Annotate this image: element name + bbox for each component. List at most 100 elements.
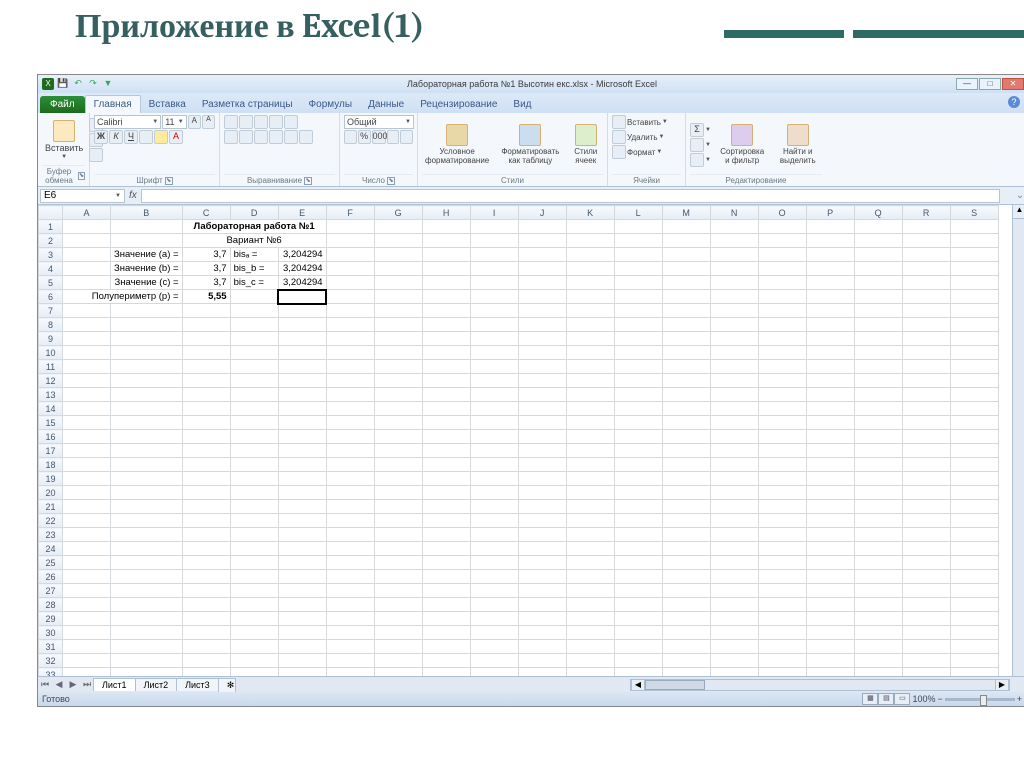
cell-styles-button[interactable]: Стили ячеек — [569, 124, 604, 165]
cell-M3[interactable] — [662, 248, 710, 262]
cell-L21[interactable] — [614, 500, 662, 514]
cell-K27[interactable] — [566, 584, 614, 598]
cell-H11[interactable] — [422, 360, 470, 374]
cell-P32[interactable] — [806, 654, 854, 668]
cell-R5[interactable] — [902, 276, 950, 290]
cell-O11[interactable] — [758, 360, 806, 374]
cell-F20[interactable] — [326, 486, 374, 500]
cell-A15[interactable] — [63, 416, 111, 430]
cell-F12[interactable] — [326, 374, 374, 388]
cell-C13[interactable] — [182, 388, 230, 402]
prev-sheet-icon[interactable]: ◀ — [52, 679, 66, 690]
cell-P14[interactable] — [806, 402, 854, 416]
cell-J26[interactable] — [518, 570, 566, 584]
cell-J32[interactable] — [518, 654, 566, 668]
cell-J14[interactable] — [518, 402, 566, 416]
cell-C8[interactable] — [182, 318, 230, 332]
cell-A6[interactable]: Полупериметр (p) = — [63, 290, 183, 304]
cell-L2[interactable] — [614, 234, 662, 248]
cell-B32[interactable] — [111, 654, 183, 668]
row-header-30[interactable]: 30 — [39, 626, 63, 640]
cell-B1[interactable] — [111, 220, 183, 234]
cell-L7[interactable] — [614, 304, 662, 318]
cell-I1[interactable] — [470, 220, 518, 234]
cell-C20[interactable] — [182, 486, 230, 500]
cell-M26[interactable] — [662, 570, 710, 584]
cell-D17[interactable] — [230, 444, 278, 458]
cell-J8[interactable] — [518, 318, 566, 332]
cell-M13[interactable] — [662, 388, 710, 402]
cell-L8[interactable] — [614, 318, 662, 332]
col-header-J[interactable]: J — [518, 206, 566, 220]
file-tab[interactable]: Файл — [40, 96, 85, 113]
cell-E9[interactable] — [278, 332, 326, 346]
cell-D21[interactable] — [230, 500, 278, 514]
cell-E7[interactable] — [278, 304, 326, 318]
cell-E5[interactable]: 3,204294 — [278, 276, 326, 290]
indent-dec-icon[interactable] — [269, 130, 283, 144]
cell-A19[interactable] — [63, 472, 111, 486]
cell-E28[interactable] — [278, 598, 326, 612]
currency-icon[interactable] — [344, 130, 357, 144]
cell-G22[interactable] — [374, 514, 422, 528]
cell-G29[interactable] — [374, 612, 422, 626]
cell-J18[interactable] — [518, 458, 566, 472]
cell-A21[interactable] — [63, 500, 111, 514]
cell-S5[interactable] — [950, 276, 998, 290]
cell-P18[interactable] — [806, 458, 854, 472]
cell-Q21[interactable] — [854, 500, 902, 514]
cell-M14[interactable] — [662, 402, 710, 416]
cell-K13[interactable] — [566, 388, 614, 402]
cell-G19[interactable] — [374, 472, 422, 486]
cell-E33[interactable] — [278, 668, 326, 677]
cell-Q20[interactable] — [854, 486, 902, 500]
cell-L31[interactable] — [614, 640, 662, 654]
cell-F22[interactable] — [326, 514, 374, 528]
cell-F3[interactable] — [326, 248, 374, 262]
cell-G16[interactable] — [374, 430, 422, 444]
cell-M16[interactable] — [662, 430, 710, 444]
sheet-tab-2[interactable]: Лист2 — [135, 678, 178, 691]
cell-A5[interactable] — [63, 276, 111, 290]
cell-C15[interactable] — [182, 416, 230, 430]
cell-P11[interactable] — [806, 360, 854, 374]
cell-D30[interactable] — [230, 626, 278, 640]
cell-N16[interactable] — [710, 430, 758, 444]
cell-Q18[interactable] — [854, 458, 902, 472]
cell-D14[interactable] — [230, 402, 278, 416]
cell-K4[interactable] — [566, 262, 614, 276]
cell-P20[interactable] — [806, 486, 854, 500]
cell-S4[interactable] — [950, 262, 998, 276]
cell-G20[interactable] — [374, 486, 422, 500]
cell-K33[interactable] — [566, 668, 614, 677]
font-launcher-icon[interactable]: ⬊ — [165, 177, 173, 185]
cell-A17[interactable] — [63, 444, 111, 458]
cell-H30[interactable] — [422, 626, 470, 640]
cell-O20[interactable] — [758, 486, 806, 500]
cell-O26[interactable] — [758, 570, 806, 584]
cell-R26[interactable] — [902, 570, 950, 584]
cell-C12[interactable] — [182, 374, 230, 388]
cell-B16[interactable] — [111, 430, 183, 444]
cell-C24[interactable] — [182, 542, 230, 556]
cell-P10[interactable] — [806, 346, 854, 360]
cell-C7[interactable] — [182, 304, 230, 318]
page-break-view-icon[interactable]: ▭ — [894, 693, 910, 705]
cell-Q11[interactable] — [854, 360, 902, 374]
cell-S29[interactable] — [950, 612, 998, 626]
cell-H7[interactable] — [422, 304, 470, 318]
cell-G24[interactable] — [374, 542, 422, 556]
col-header-R[interactable]: R — [902, 206, 950, 220]
cell-E3[interactable]: 3,204294 — [278, 248, 326, 262]
cell-S27[interactable] — [950, 584, 998, 598]
cell-P26[interactable] — [806, 570, 854, 584]
cell-A28[interactable] — [63, 598, 111, 612]
cell-A1[interactable] — [63, 220, 111, 234]
cell-F18[interactable] — [326, 458, 374, 472]
cell-G21[interactable] — [374, 500, 422, 514]
cell-S12[interactable] — [950, 374, 998, 388]
cell-H27[interactable] — [422, 584, 470, 598]
cell-G31[interactable] — [374, 640, 422, 654]
cell-L20[interactable] — [614, 486, 662, 500]
cell-R18[interactable] — [902, 458, 950, 472]
